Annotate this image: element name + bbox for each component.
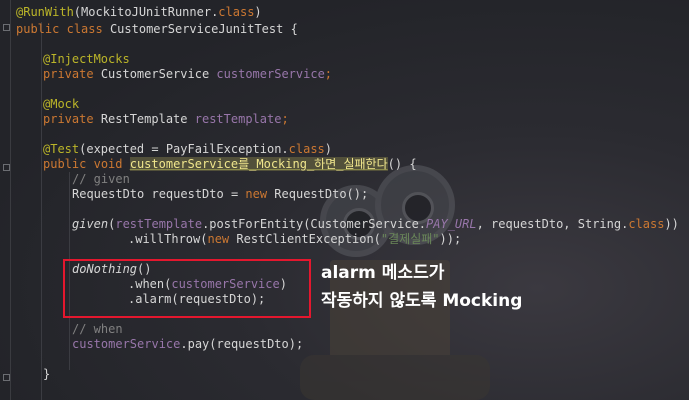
callout-line-2: 작동하지 않도록 Mocking	[321, 291, 523, 311]
code-line: private CustomerService customerService;	[43, 67, 333, 81]
code-line: @RunWith(MockitoJUnitRunner.class)	[16, 5, 262, 19]
code-line: // when	[72, 322, 123, 337]
callout-line-1: alarm 메소드가	[321, 263, 445, 283]
fold-marker-icon[interactable]	[3, 374, 10, 381]
method-name[interactable]: customerService를_Mocking_하면_실패한다	[129, 157, 388, 171]
comment: // given	[72, 172, 130, 186]
code-line: customerService.pay(requestDto);	[72, 337, 304, 351]
code-line: public class CustomerServiceJunitTest {	[16, 22, 298, 36]
class-name: CustomerServiceJunitTest {	[109, 22, 298, 36]
code-line: // given	[72, 172, 130, 187]
code-line: @Mock	[43, 97, 79, 112]
code-line: private RestTemplate restTemplate;	[43, 112, 289, 126]
string-literal: "결제실패"	[380, 232, 440, 246]
comment: // when	[72, 322, 123, 336]
fold-marker-icon[interactable]	[3, 24, 10, 31]
code-line: .willThrow(new RestClientException("결제실패…	[128, 232, 462, 246]
annotation: @Test	[43, 142, 80, 156]
method-call: given	[72, 217, 109, 231]
code-line: @Test(expected = PayFailException.class)	[43, 142, 332, 156]
annotation: @InjectMocks	[43, 52, 130, 66]
fold-marker-icon[interactable]	[3, 164, 10, 171]
annotation: @RunWith	[16, 5, 74, 19]
robot-track	[300, 355, 490, 400]
annotation: @Mock	[43, 97, 80, 111]
code-line: RequestDto requestDto = new RequestDto()…	[72, 187, 369, 201]
code-line: given(restTemplate.postForEntity(Custome…	[72, 217, 679, 231]
code-line: public void customerService를_Mocking_하면_…	[43, 157, 417, 171]
code-editor[interactable]: @RunWith(MockitoJUnitRunner.class) publi…	[0, 0, 689, 400]
editor-gutter	[0, 0, 11, 400]
code-line: @InjectMocks	[43, 52, 130, 67]
highlight-box	[63, 259, 311, 318]
code-line: }	[43, 367, 51, 381]
indent-guide	[41, 22, 42, 400]
